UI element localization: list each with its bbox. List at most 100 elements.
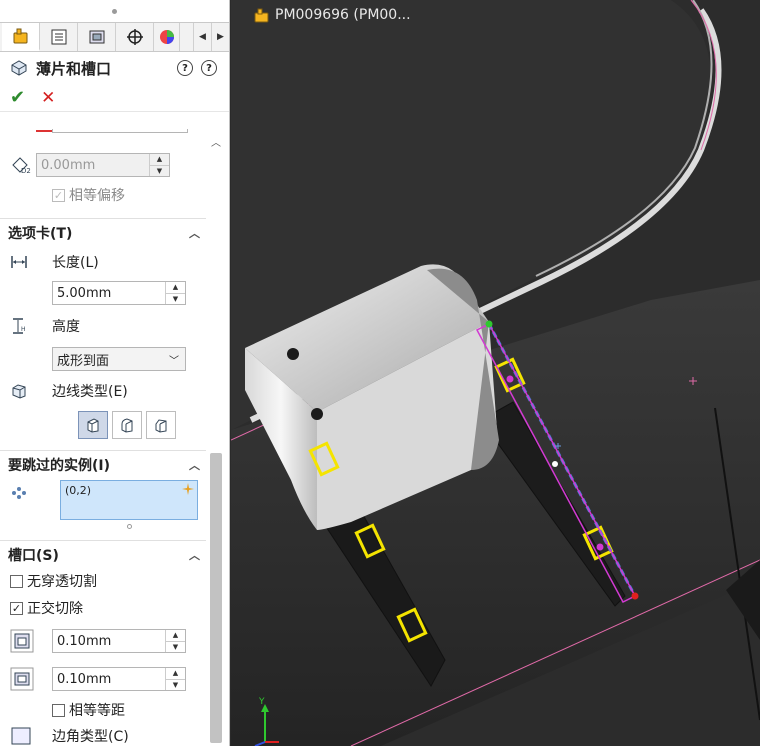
no-through-cut-label: 无穿透切割 xyxy=(27,574,97,590)
appearance-icon xyxy=(159,30,174,44)
spin-up-icon[interactable]: ▲ xyxy=(166,282,185,294)
crosshair-icon xyxy=(126,29,143,45)
panel-scrollbar[interactable]: ︿ xyxy=(208,128,224,746)
equal-gap-checkbox[interactable] xyxy=(52,703,65,717)
sharp-edge-button[interactable] xyxy=(78,411,108,439)
tab-dimxpert-manager[interactable] xyxy=(116,23,154,51)
model-scene: Y xyxy=(231,0,760,746)
equal-offset-row: ✓ 相等偏移 xyxy=(0,182,206,208)
part-name-label[interactable]: PM009696 (PM00... xyxy=(253,7,411,23)
skip-instances-listbox[interactable]: (0,2) xyxy=(60,480,198,520)
equal-gap-label: 相等等距 xyxy=(69,703,125,719)
skip-instances-row: (0,2) xyxy=(0,478,206,524)
chamfer-edge-icon xyxy=(155,419,167,433)
whats-wrong-help-icon[interactable]: ? xyxy=(177,60,193,76)
slot-gap1-input[interactable]: 0.10mm ▲ ▼ xyxy=(52,629,186,653)
length-field-row: 5.00mm ▲ ▼ xyxy=(0,276,206,310)
panel-content: D2 0.00mm ▲ ▼ ✓ 相等偏移 选项卡(T) ︿ 长度(L) 5.00… xyxy=(0,128,206,746)
equal-gap-row: 相等等距 xyxy=(0,698,206,722)
skip-instances-section-header[interactable]: 要跳过的实例(I) ︿ xyxy=(0,450,206,478)
ok-button[interactable]: ✔ xyxy=(10,87,25,108)
configuration-manager-icon xyxy=(89,30,104,44)
collapse-chevron-icon[interactable]: ︿ xyxy=(189,225,200,241)
graphics-viewport[interactable]: Y PM009696 (PM00... xyxy=(231,0,760,746)
edge-end-point[interactable] xyxy=(631,592,639,600)
normal-cut-label: 正交切除 xyxy=(27,601,83,617)
spin-up-icon[interactable]: ▲ xyxy=(166,630,185,642)
feature-manager-icon xyxy=(13,28,27,44)
collapse-chevron-icon[interactable]: ︿ xyxy=(189,547,200,563)
no-through-cut-checkbox[interactable] xyxy=(10,574,23,588)
hole xyxy=(311,408,323,420)
fillet-edge-icon xyxy=(121,418,133,433)
corner-type-icon xyxy=(11,727,31,745)
height-label: 高度 xyxy=(52,319,80,335)
edge-type-row: 边线类型(E) xyxy=(0,376,206,406)
listbox-resize-grip[interactable] xyxy=(0,524,206,532)
panel-top-grip[interactable] xyxy=(0,0,229,22)
spin-up-icon[interactable]: ▲ xyxy=(166,668,185,680)
feature-title: 薄片和槽口 xyxy=(36,59,112,78)
help-icon[interactable]: ? xyxy=(201,60,217,76)
chamfer-edge-button[interactable] xyxy=(146,411,176,439)
height-select-row: 成形到面 ﹀ xyxy=(0,342,206,376)
equal-offset-checkbox[interactable]: ✓ xyxy=(52,188,65,202)
spin-down-icon[interactable]: ▼ xyxy=(166,680,185,691)
slot-section-header[interactable]: 槽口(S) ︿ xyxy=(0,540,206,568)
slot-gap2-input[interactable]: 0.10mm ▲ ▼ xyxy=(52,667,186,691)
spin-up-icon[interactable]: ▲ xyxy=(150,154,169,166)
height-type-select[interactable]: 成形到面 ﹀ xyxy=(52,347,186,371)
tab-scroll-right-icon[interactable]: ▶ xyxy=(211,23,229,51)
tab-property-manager[interactable] xyxy=(40,23,78,51)
red-marker xyxy=(36,130,52,132)
d2-offset-row: D2 0.00mm ▲ ▼ xyxy=(0,148,206,182)
skip-instance-item[interactable]: (0,2) xyxy=(65,484,193,497)
no-through-cut-row: 无穿透切割 xyxy=(0,568,206,594)
spin-down-icon[interactable]: ▼ xyxy=(166,642,185,653)
ok-cancel-row: ✔ ✕ xyxy=(0,84,229,112)
svg-text:D2: D2 xyxy=(21,167,31,175)
slot-gap2-row: 0.10mm ▲ ▼ xyxy=(0,660,206,698)
skip-instances-title: 要跳过的实例(I) xyxy=(8,457,111,474)
normal-cut-row: ✓ 正交切除 xyxy=(0,594,206,622)
d2-offset-icon: D2 xyxy=(12,157,31,175)
property-manager-panel: ◀ ▶ 薄片和槽口 ? ? ✔ ✕ D2 0.00mm ▲ ▼ ✓ 相等偏移 选… xyxy=(0,0,230,746)
edge-type-label: 边线类型(E) xyxy=(52,384,128,400)
tab-and-slot-icon xyxy=(11,60,27,76)
feature-title-row: 薄片和槽口 ? ? xyxy=(0,52,229,84)
tab-scroll-left-icon[interactable]: ◀ xyxy=(193,23,211,51)
svg-text:Y: Y xyxy=(258,697,265,707)
scroll-up-icon[interactable]: ︿ xyxy=(211,134,221,149)
fillet-edge-button[interactable] xyxy=(112,411,142,439)
slot-section-title: 槽口(S) xyxy=(8,547,59,564)
length-icon xyxy=(11,256,27,268)
cancel-button[interactable]: ✕ xyxy=(41,88,55,108)
height-label-row: H 高度 xyxy=(0,310,206,342)
d2-offset-input[interactable]: 0.00mm ▲ ▼ xyxy=(36,153,170,177)
edge-start-point[interactable] xyxy=(485,320,493,328)
edge-type-icon xyxy=(12,384,26,399)
collapse-chevron-icon[interactable]: ︿ xyxy=(189,457,200,473)
manager-tabbar: ◀ ▶ xyxy=(0,22,229,52)
length-input[interactable]: 5.00mm ▲ ▼ xyxy=(52,281,186,305)
tab-display-manager[interactable] xyxy=(154,23,180,51)
hole xyxy=(287,348,299,360)
svg-text:H: H xyxy=(21,326,26,333)
length-label: 长度(L) xyxy=(52,255,99,271)
tabs-section-title: 选项卡(T) xyxy=(8,225,73,242)
tab-feature-manager[interactable] xyxy=(2,23,40,51)
spin-down-icon[interactable]: ▼ xyxy=(166,294,185,305)
corner-type-label: 边角类型(C) xyxy=(52,729,129,745)
pattern-instances-icon xyxy=(12,487,26,499)
edit-sparkle-icon[interactable] xyxy=(182,483,194,498)
corner-type-row: 边角类型(C) xyxy=(0,722,206,746)
slot-gap-icon xyxy=(10,667,34,691)
slot-gap1-row: 0.10mm ▲ ▼ xyxy=(0,622,206,660)
tabs-section-header[interactable]: 选项卡(T) ︿ xyxy=(0,218,206,246)
edge-midpoint[interactable] xyxy=(552,461,558,467)
tab-configuration-manager[interactable] xyxy=(78,23,116,51)
chevron-down-icon: ﹀ xyxy=(169,355,179,367)
scrollbar-thumb[interactable] xyxy=(210,453,222,743)
normal-cut-checkbox[interactable]: ✓ xyxy=(10,601,23,615)
spin-down-icon[interactable]: ▼ xyxy=(150,166,169,177)
